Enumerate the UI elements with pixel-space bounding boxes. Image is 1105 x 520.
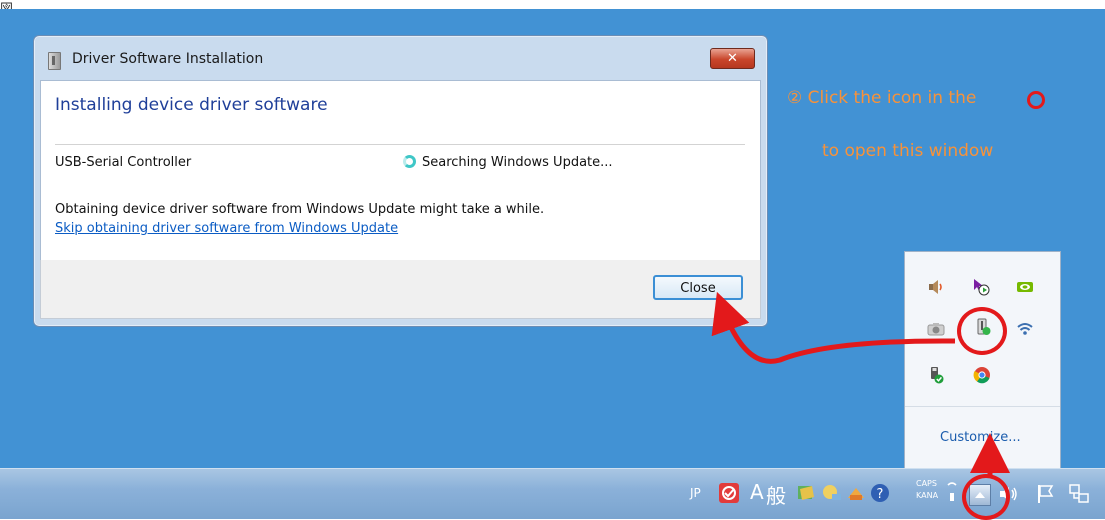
annotation-arrows xyxy=(711,291,1010,478)
arrow-to-close-button xyxy=(711,291,956,364)
